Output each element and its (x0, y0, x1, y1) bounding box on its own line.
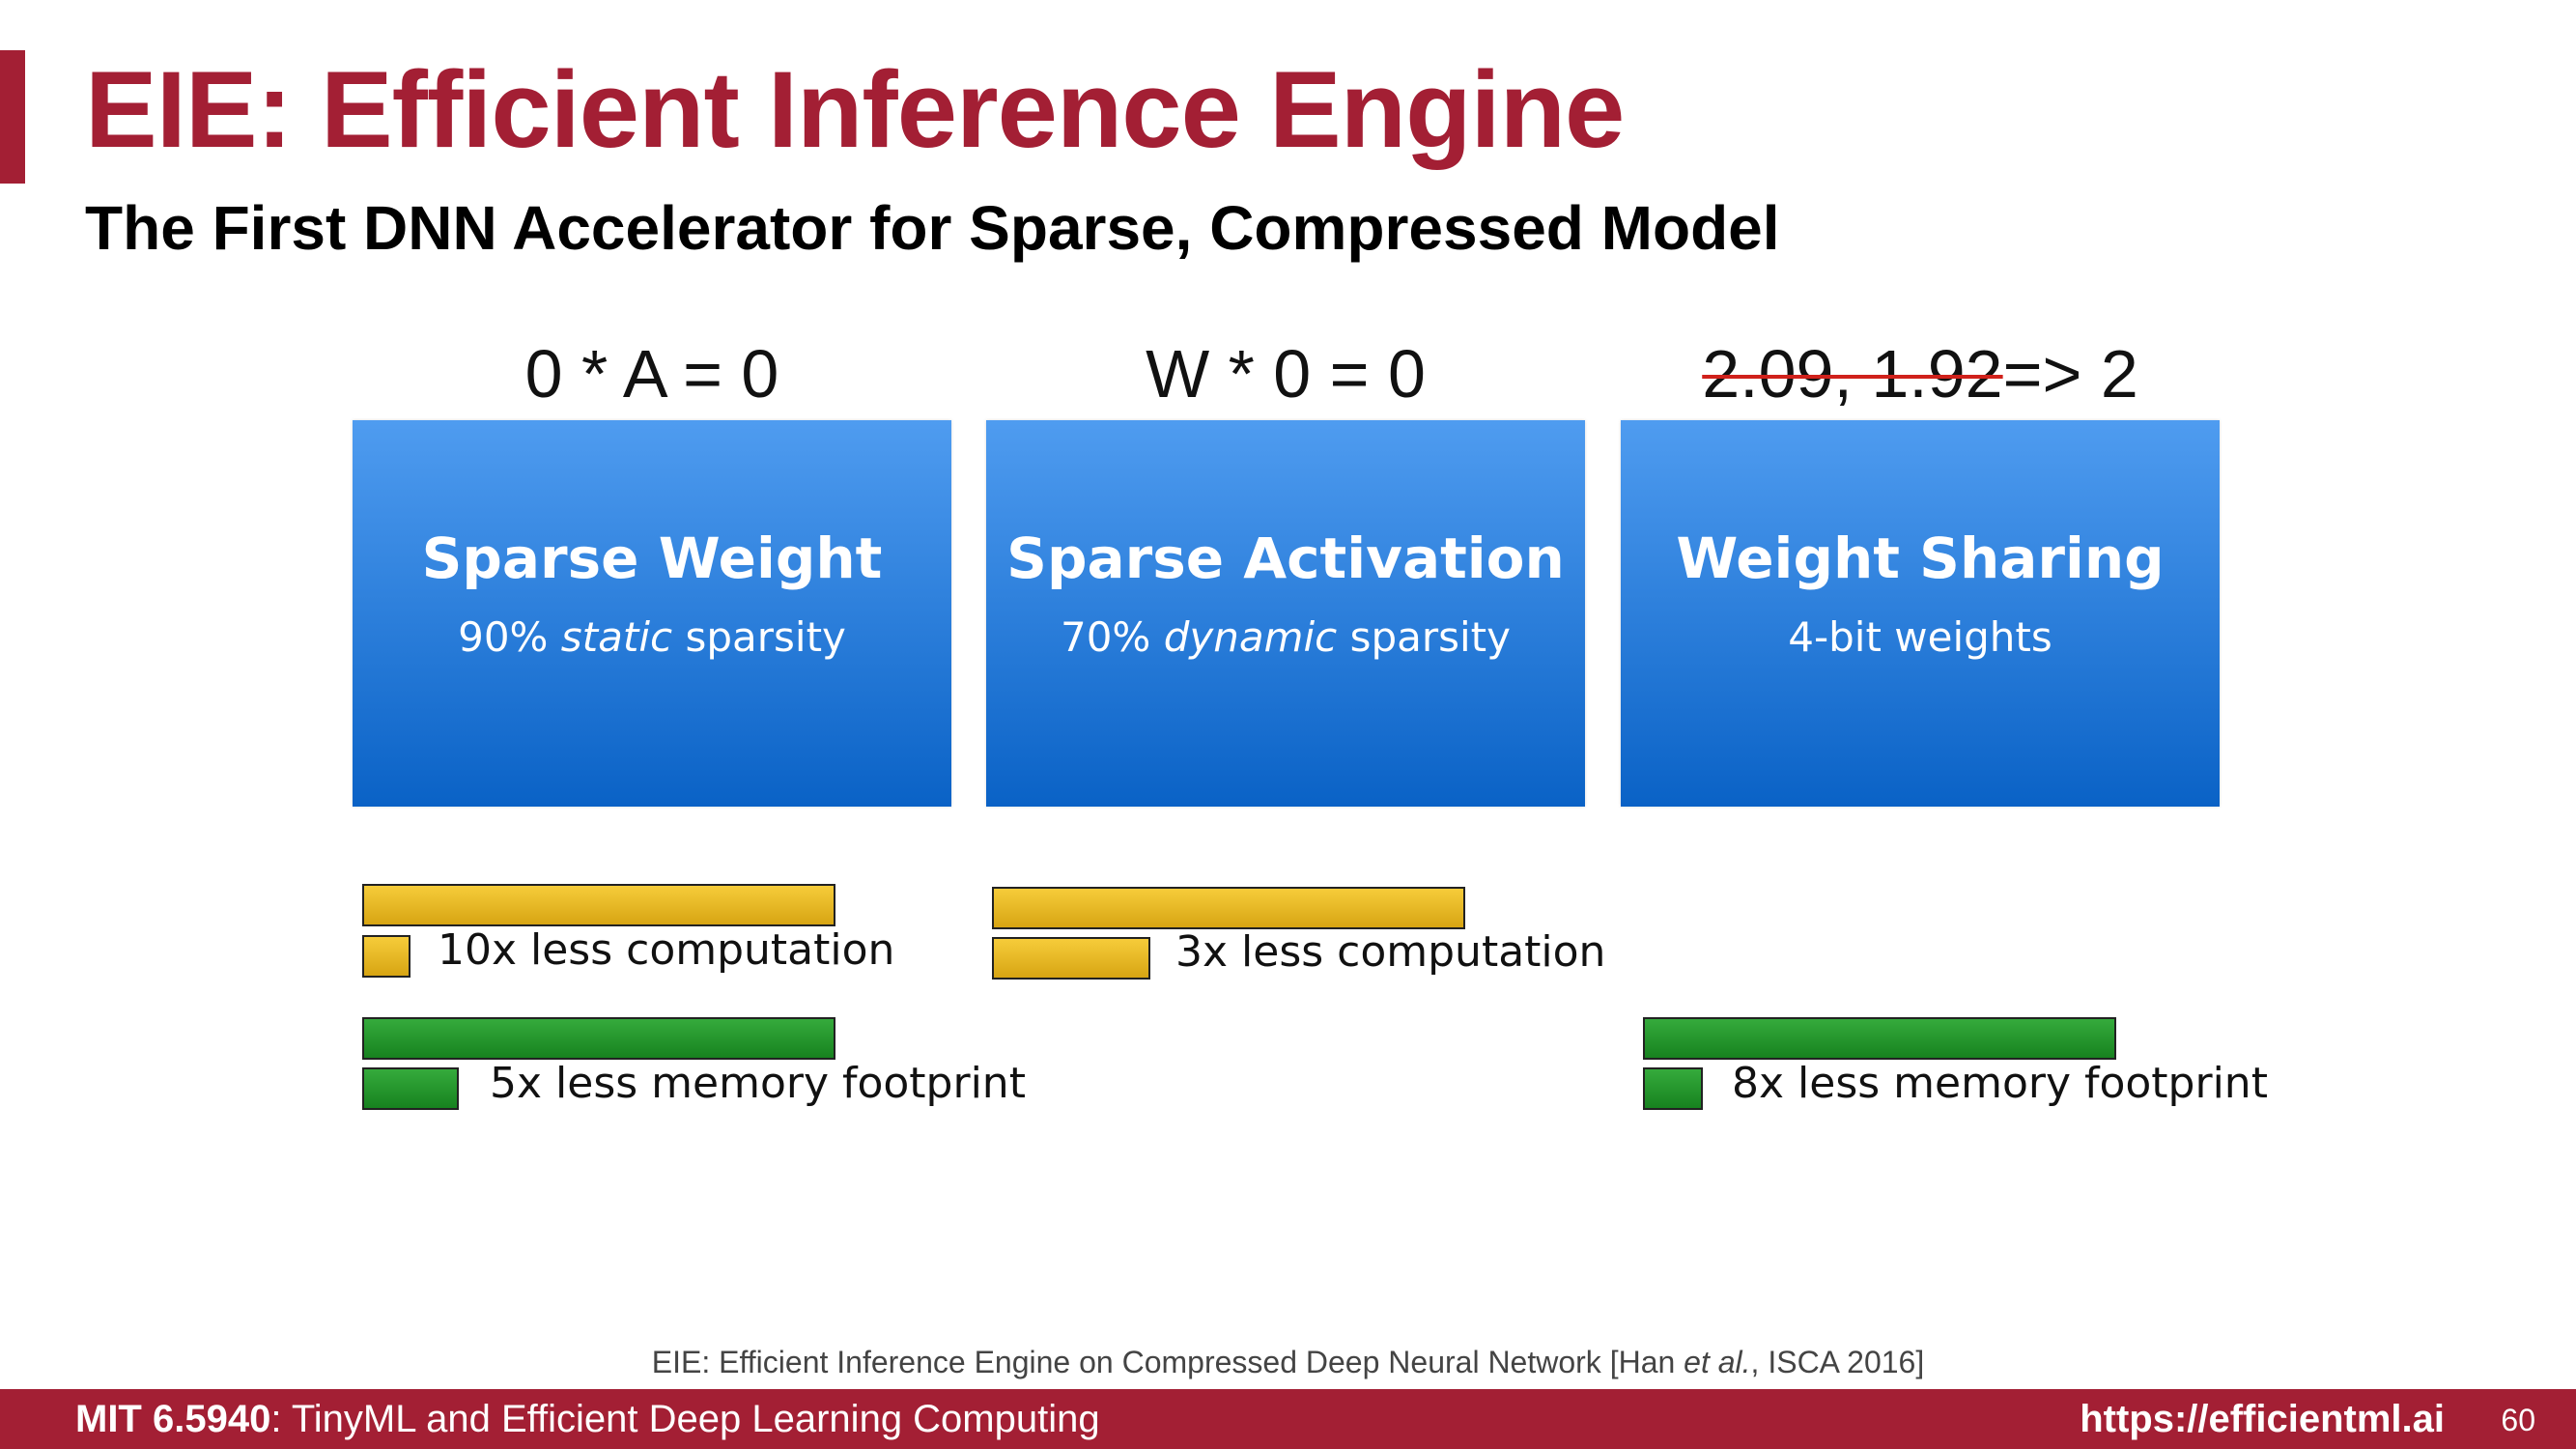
sparse-activation-box: Sparse Activation 70% dynamic sparsity (986, 420, 1585, 807)
memory-baseline-bar (362, 1017, 835, 1060)
memory-reduced-bar (362, 1067, 459, 1110)
equation-weight-sharing: 2.09, 1.92=> 2 (1702, 336, 2138, 412)
weight-sharing-box-title: Weight Sharing (1676, 526, 2165, 591)
slide-subtitle: The First DNN Accelerator for Sparse, Co… (85, 193, 1780, 263)
sparse-weight-box: Sparse Weight 90% static sparsity (353, 420, 951, 807)
memory-label-weight: 5x less memory footprint (490, 1059, 1026, 1108)
computation-reduced-bar (362, 935, 410, 978)
footer-url[interactable]: https://efficientml.ai (2080, 1395, 2445, 1443)
computation-reduced-bar (992, 937, 1150, 980)
computation-label-weight: 10x less computation (438, 925, 895, 975)
sparse-weight-box-subtitle: 90% static sparsity (458, 613, 846, 661)
footer-course-title: MIT 6.5940: TinyML and Efficient Deep Le… (75, 1398, 1100, 1440)
slide-title: EIE: Efficient Inference Engine (85, 49, 1625, 170)
equation-sparse-weight: 0 * A = 0 (524, 336, 779, 412)
computation-label-activation: 3x less computation (1175, 927, 1606, 977)
footer-bar: MIT 6.5940: TinyML and Efficient Deep Le… (0, 1389, 2576, 1449)
computation-baseline-bar (992, 887, 1465, 929)
weight-sharing-box: Weight Sharing 4-bit weights (1621, 420, 2220, 807)
weight-sharing-box-subtitle: 4-bit weights (1788, 613, 2052, 661)
memory-label-sharing: 8x less memory footprint (1732, 1059, 2268, 1108)
computation-baseline-bar (362, 884, 835, 926)
sparse-weight-box-title: Sparse Weight (421, 526, 883, 591)
equation-sparse-activation: W * 0 = 0 (1146, 336, 1426, 412)
page-number: 60 (2501, 1403, 2535, 1437)
sparse-activation-box-subtitle: 70% dynamic sparsity (1060, 613, 1512, 661)
struck-values: 2.09, 1.92 (1702, 336, 2003, 412)
citation: EIE: Efficient Inference Engine on Compr… (651, 1345, 1925, 1379)
sparse-activation-box-title: Sparse Activation (1006, 526, 1565, 591)
memory-baseline-bar (1643, 1017, 2116, 1060)
memory-reduced-bar (1643, 1067, 1703, 1110)
title-accent-bar (0, 50, 25, 184)
